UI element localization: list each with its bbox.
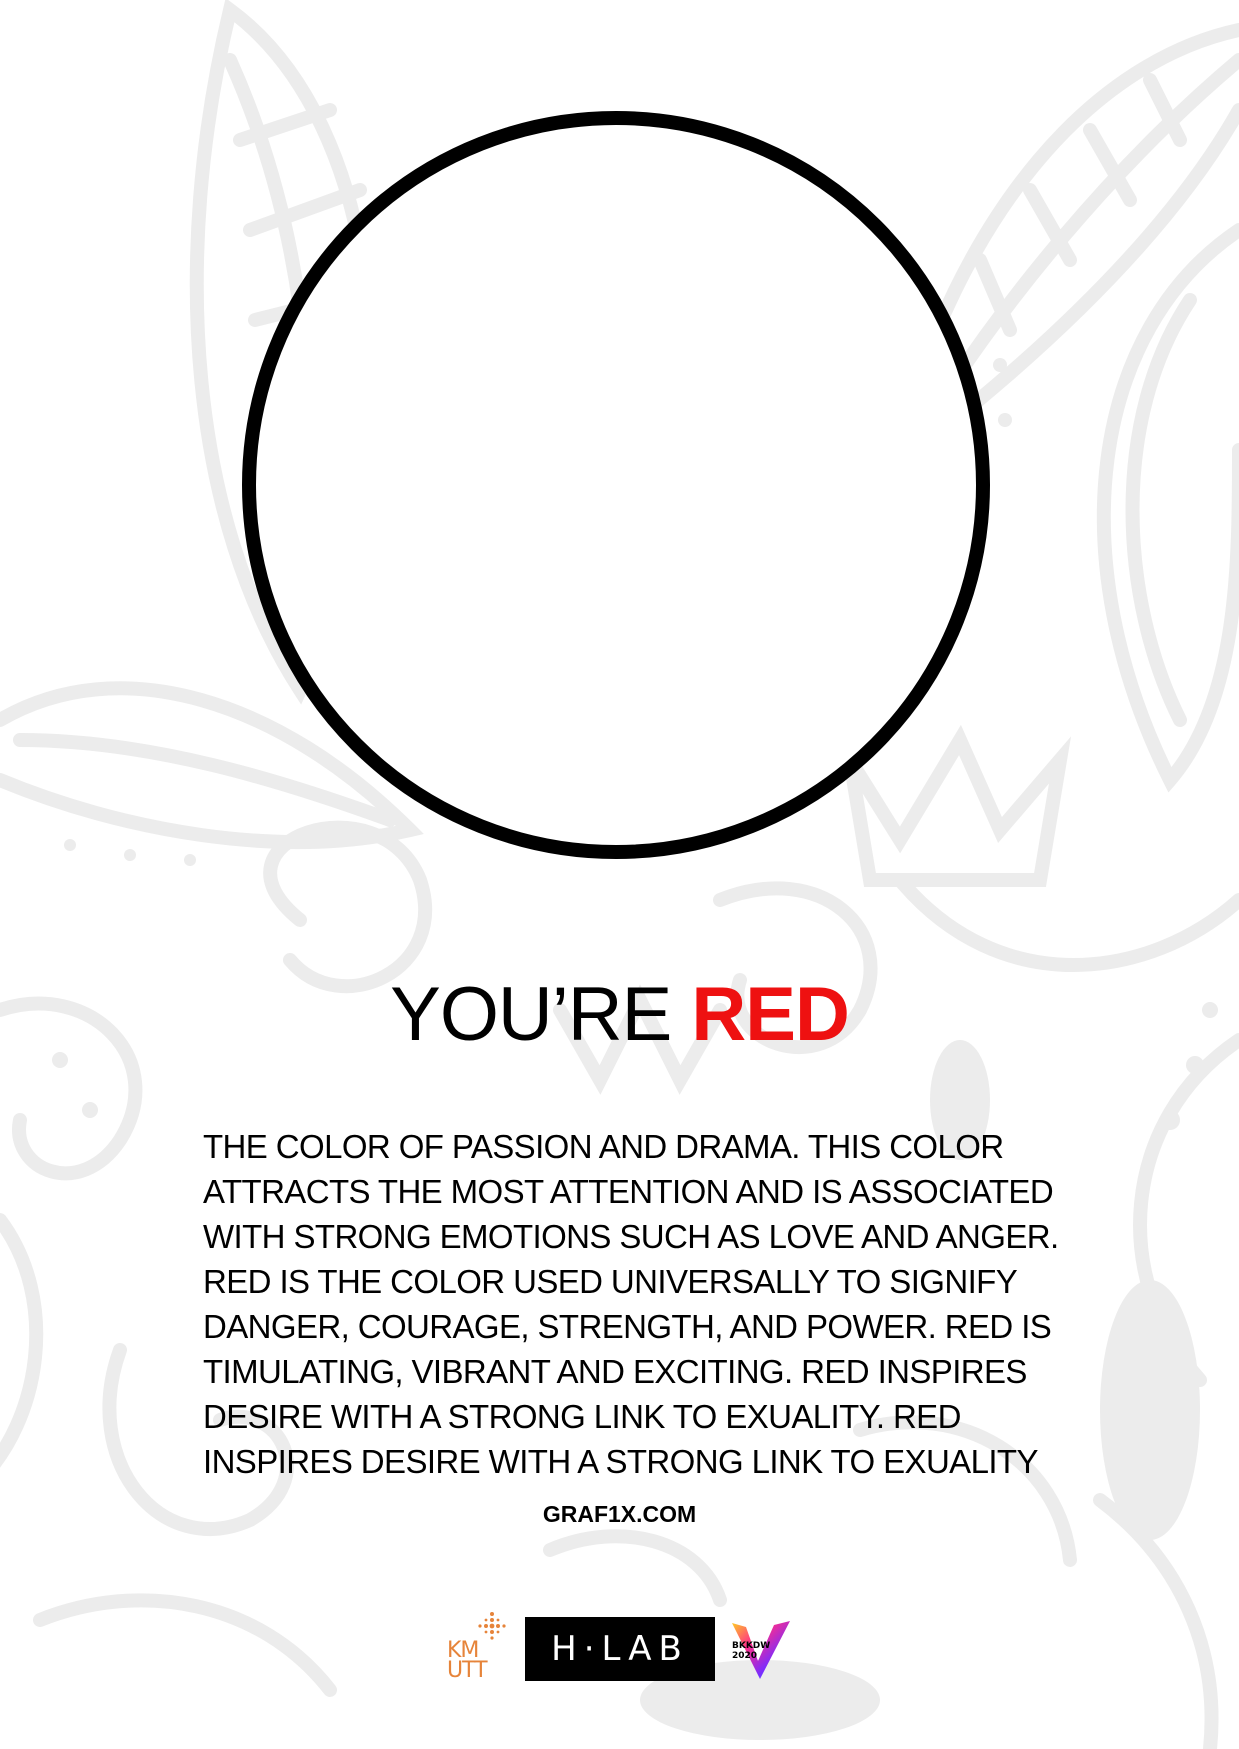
bkkdw-logo: BKKDW 2020: [728, 1617, 792, 1683]
title-color-name: RED: [691, 972, 849, 1057]
title-prefix: YOU’RE: [390, 972, 672, 1057]
kmutt-logo: KM UTT: [440, 1611, 512, 1683]
website-link[interactable]: GRAF1X.COM: [0, 1501, 1239, 1528]
bkkdw-logo-text: BKKDW 2020: [732, 1641, 771, 1661]
page-title: YOU’RE RED: [0, 970, 1239, 1060]
description-line: WITH STRONG EMOTIONS SUCH AS LOVE AND AN…: [203, 1218, 1059, 1255]
description-line: TIMULATING, VIBRANT AND EXCITING. RED IN…: [203, 1353, 1027, 1390]
description-line: INSPIRES DESIRE WITH A STRONG LINK TO EX…: [203, 1443, 1038, 1480]
description-line: DANGER, COURAGE, STRENGTH, AND POWER. RE…: [203, 1308, 1052, 1345]
description-line: ATTRACTS THE MOST ATTENTION AND IS ASSOC…: [203, 1173, 1054, 1210]
color-description: THE COLOR OF PASSION AND DRAMA. THIS COL…: [203, 1124, 1083, 1484]
description-line: RED IS THE COLOR USED UNIVERSALLY TO SIG…: [203, 1263, 1018, 1300]
photo-circle-frame: [242, 111, 990, 859]
description-line: DESIRE WITH A STRONG LINK TO EXUALITY. R…: [203, 1398, 961, 1435]
hlab-logo: H·LAB: [525, 1617, 715, 1681]
description-line: THE COLOR OF PASSION AND DRAMA. THIS COL…: [203, 1128, 1004, 1165]
sponsor-logos: KM UTT H·LAB BKKDW 2020: [440, 1605, 800, 1685]
kmutt-logo-text: KM UTT: [447, 1638, 488, 1683]
